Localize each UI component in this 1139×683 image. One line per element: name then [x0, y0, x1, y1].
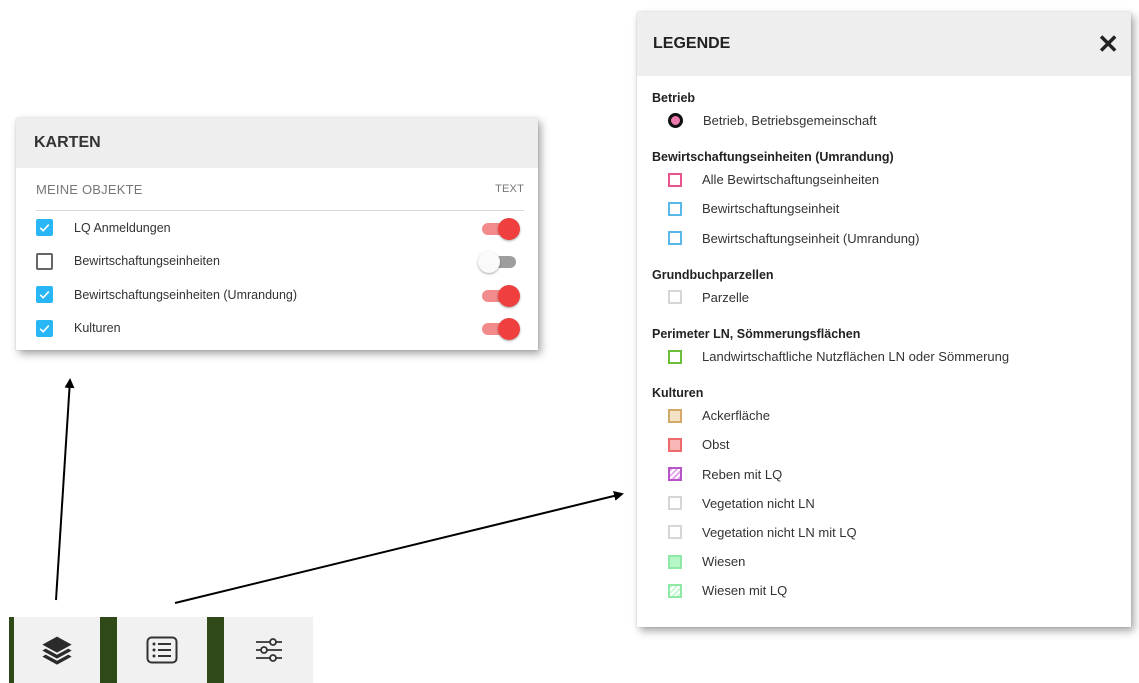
legend-item: Vegetation nicht LN mit LQ [652, 518, 1131, 547]
layer-row-bewirtschaftungseinheiten: Bewirtschaftungseinheiten [36, 245, 518, 279]
legend-group-grundbuchparzellen: Grundbuchparzellen Parzelle [637, 267, 1131, 312]
hatched-area-symbol [668, 583, 682, 598]
layer-label: Kulturen [74, 321, 121, 336]
legend-item: Bewirtschaftungseinheit [652, 194, 1131, 223]
legend-item: Wiesen mit LQ [652, 576, 1131, 605]
layer-row-lq-anmeldungen: LQ Anmeldungen [36, 211, 520, 245]
toggle-knob [478, 251, 500, 274]
text-toggle[interactable] [480, 217, 520, 240]
hatched-area-symbol [668, 467, 682, 482]
legend-group-kulturen: Kulturen Ackerfläche Obst Reben mit LQ Veget… [637, 385, 1131, 605]
legend-item-label: Wiesen [702, 554, 746, 570]
legend-item-label: Parzelle [702, 289, 749, 305]
karten-title: KARTEN [16, 118, 538, 168]
outline-area-symbol [668, 231, 682, 246]
legend-button[interactable] [117, 617, 207, 683]
toggle-knob [498, 318, 520, 341]
legend-groups: Betrieb Betrieb, Betriebsgemeinschaft Bewi… [637, 90, 1131, 605]
layer-row-bewirtschaftungseinheiten-umrandung: Bewirtschaftungseinheiten (Umrandung) [36, 278, 520, 312]
legend-item: Ackerfläche [652, 401, 1131, 430]
legende-panel: LEGENDE ✕ Betrieb Betrieb, Betriebsgemein… [637, 12, 1131, 627]
list-icon [146, 636, 178, 664]
arrow-to-legende [174, 491, 624, 604]
legend-item-label: Ackerfläche [702, 408, 770, 424]
legend-group-title: Grundbuchparzellen [652, 267, 774, 282]
legend-group-title: Kulturen [652, 386, 704, 401]
legend-item-label: Alle Bewirtschaftungseinheiten [702, 172, 880, 188]
layer-label: LQ Anmeldungen [74, 220, 171, 235]
legend-item: Alle Bewirtschaftungseinheiten [652, 165, 1131, 194]
legend-item: Wiesen [652, 547, 1131, 576]
outline-area-symbol [668, 349, 682, 364]
legend-item-label: Vegetation nicht LN mit LQ [702, 524, 857, 540]
legend-item-label: Landwirtschaftliche Nutzflächen LN oder … [702, 349, 1010, 365]
legend-item: Betrieb, Betriebsgemeinschaft [652, 106, 1131, 135]
legende-header: LEGENDE ✕ [637, 12, 1131, 76]
legend-item-label: Obst [702, 437, 730, 453]
toggle-knob [498, 284, 520, 307]
legend-item: Vegetation nicht LN [652, 489, 1131, 518]
filled-area-symbol [668, 408, 682, 423]
outline-area-symbol [668, 496, 682, 511]
text-toggle[interactable] [478, 250, 518, 274]
layers-subheader: MEINE OBJEKTE TEXT [36, 168, 524, 211]
legend-item-label: Bewirtschaftungseinheit (Umrandung) [702, 230, 920, 246]
legend-group-bewirtschaftungseinheiten-umrandung: Bewirtschaftungseinheiten (Umrandung) All… [637, 149, 1131, 253]
legend-item: Landwirtschaftliche Nutzflächen LN oder … [652, 342, 1131, 371]
outline-area-symbol [668, 290, 682, 305]
karten-panel: KARTEN MEINE OBJEKTE TEXT LQ Anmeldungen… [16, 118, 538, 350]
legend-group-title: Betrieb [652, 91, 696, 105]
outline-area-symbol [668, 201, 682, 216]
layer-checkbox[interactable] [36, 286, 53, 304]
text-column-label: TEXT [495, 183, 524, 195]
legend-group-betrieb: Betrieb Betrieb, Betriebsgemeinschaft [637, 90, 1131, 135]
toggle-knob [498, 217, 520, 240]
legend-item: Parzelle [652, 283, 1131, 312]
layers-button[interactable] [14, 617, 100, 683]
farm-point-symbol [668, 113, 683, 129]
text-toggle[interactable] [480, 284, 520, 307]
map-toolbar [9, 617, 313, 683]
layer-row-kulturen: Kulturen [36, 312, 520, 346]
layer-checkbox[interactable] [36, 319, 53, 337]
arrow-to-karten [55, 378, 75, 601]
legende-title: LEGENDE [653, 35, 731, 52]
check-icon [39, 291, 50, 300]
legend-group-title: Perimeter LN, Sömmerungsflächen [652, 326, 861, 341]
legend-item-label: Betrieb, Betriebsgemeinschaft [703, 113, 877, 129]
legend-group-perimeter-ln-sommerungsflachen: Perimeter LN, Sömmerungsflächen Landwirts… [637, 326, 1131, 371]
sliders-icon [255, 638, 282, 662]
layer-list: LQ Anmeldungen Bewirtschaftungseinheiten B… [16, 211, 538, 345]
legend-item-label: Reben mit LQ [702, 466, 783, 482]
legend-item: Bewirtschaftungseinheit (Umrandung) [652, 224, 1131, 253]
close-icon[interactable]: ✕ [1097, 31, 1119, 57]
layers-icon [42, 636, 72, 665]
layer-label: Bewirtschaftungseinheiten (Umrandung) [74, 287, 298, 302]
legend-item: Obst [652, 430, 1131, 459]
check-icon [39, 324, 50, 333]
text-toggle[interactable] [480, 317, 520, 341]
filled-area-symbol [668, 437, 682, 452]
layer-label: Bewirtschaftungseinheiten [74, 254, 220, 269]
legend-item: Reben mit LQ [652, 460, 1131, 489]
outline-area-symbol [668, 172, 682, 187]
outline-area-symbol [668, 525, 682, 540]
legend-group-title: Bewirtschaftungseinheiten (Umrandung) [652, 150, 894, 165]
legend-item-label: Bewirtschaftungseinheit [702, 201, 840, 217]
legend-item-label: Vegetation nicht LN [702, 495, 815, 511]
legend-item-label: Wiesen mit LQ [702, 583, 788, 599]
settings-button[interactable] [224, 617, 313, 683]
check-icon [39, 224, 50, 233]
filled-area-symbol [668, 554, 682, 569]
layer-checkbox[interactable] [36, 219, 53, 237]
layer-checkbox[interactable] [36, 252, 53, 270]
section-label: MEINE OBJEKTE [36, 181, 143, 197]
